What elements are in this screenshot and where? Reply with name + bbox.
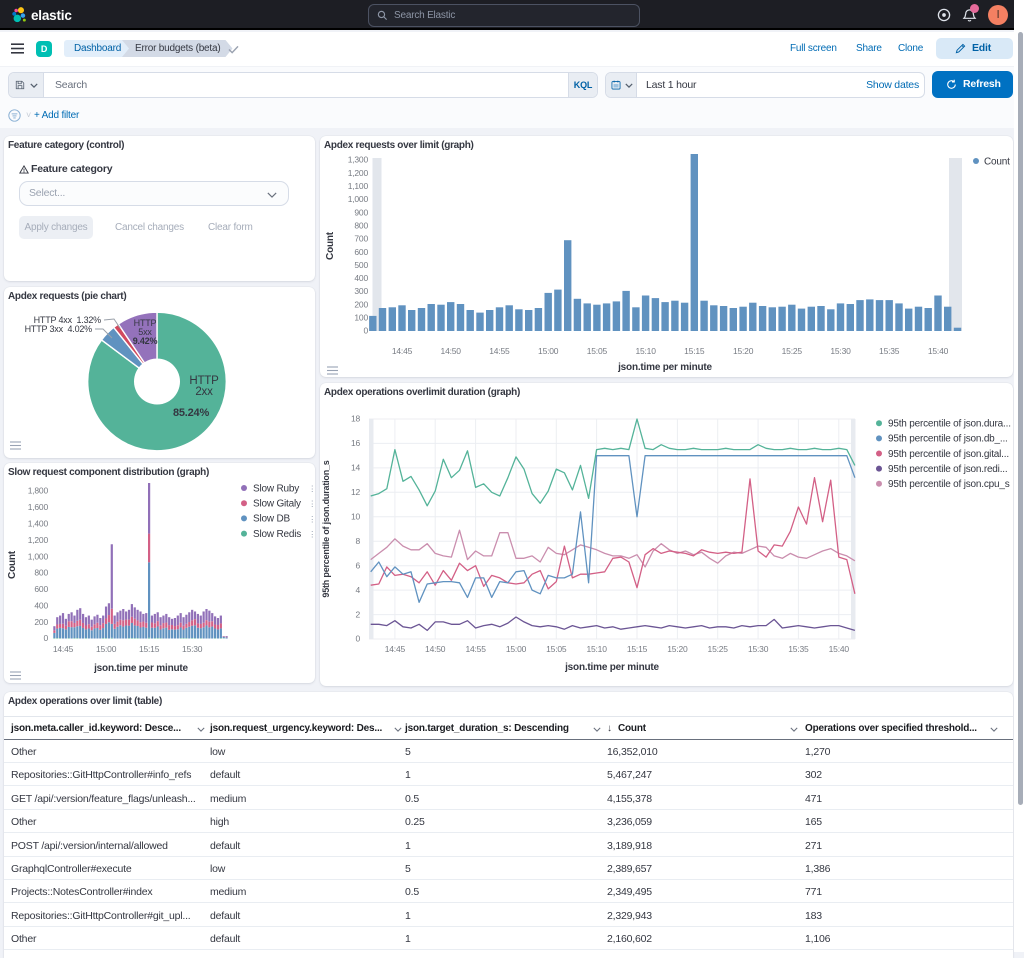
svg-text:Count: Count [7,550,18,579]
svg-text:700: 700 [354,234,368,244]
svg-text:12: 12 [351,487,361,497]
svg-text:400: 400 [354,273,368,283]
svg-text:100: 100 [354,313,368,323]
svg-text:15:40: 15:40 [928,346,949,356]
svg-text:95th percentile of json.durati: 95th percentile of json.duration_s [321,460,331,597]
svg-text:200: 200 [354,299,368,309]
svg-text:95th percentile of json.gital.: 95th percentile of json.gital... [888,449,1009,460]
svg-text:15:30: 15:30 [748,644,769,654]
svg-text:15:35: 15:35 [788,644,809,654]
svg-text:600: 600 [354,247,368,257]
svg-text:⋮: ⋮ [308,514,315,524]
svg-text:16: 16 [351,438,361,448]
svg-text:HTTP 3xx 4.02%: HTTP 3xx 4.02% [25,324,93,334]
svg-text:15:05: 15:05 [587,346,608,356]
svg-text:json.time per minute: json.time per minute [617,362,712,373]
svg-text:1,300: 1,300 [348,155,369,165]
svg-text:14: 14 [351,463,361,473]
svg-text:15:30: 15:30 [830,346,851,356]
svg-text:95th percentile of json.db_...: 95th percentile of json.db_... [888,434,1008,445]
svg-text:1,000: 1,000 [28,551,49,561]
svg-text:2xx: 2xx [195,386,213,398]
svg-text:1,400: 1,400 [28,519,49,529]
svg-text:1,200: 1,200 [28,535,49,545]
svg-text:14:55: 14:55 [465,644,486,654]
svg-text:1,800: 1,800 [28,486,49,496]
svg-text:800: 800 [354,221,368,231]
svg-text:0: 0 [363,326,368,336]
svg-text:1,200: 1,200 [348,168,369,178]
svg-text:0: 0 [355,634,360,644]
svg-text:500: 500 [354,260,368,270]
svg-text:14:50: 14:50 [441,346,462,356]
svg-text:15:10: 15:10 [586,644,607,654]
svg-text:Slow Gitaly: Slow Gitaly [253,499,301,510]
svg-text:15:15: 15:15 [627,644,648,654]
svg-text:json.time per minute: json.time per minute [564,662,659,673]
svg-text:15:20: 15:20 [733,346,754,356]
svg-text:15:10: 15:10 [635,346,656,356]
svg-text:1,000: 1,000 [348,194,369,204]
svg-text:Count: Count [984,156,1010,167]
svg-text:9.42%: 9.42% [133,336,158,346]
svg-text:Slow Ruby: Slow Ruby [253,483,299,494]
svg-text:15:00: 15:00 [538,346,559,356]
svg-text:6: 6 [355,560,360,570]
svg-text:15:15: 15:15 [139,644,160,654]
svg-text:⋮: ⋮ [308,499,315,509]
svg-text:85.24%: 85.24% [173,407,210,419]
svg-text:15:05: 15:05 [546,644,567,654]
svg-text:900: 900 [354,207,368,217]
svg-text:95th percentile of json.redi..: 95th percentile of json.redi... [888,464,1007,475]
svg-text:15:20: 15:20 [667,644,688,654]
svg-text:15:30: 15:30 [182,644,203,654]
svg-text:800: 800 [34,568,48,578]
svg-text:14:45: 14:45 [385,644,406,654]
svg-text:⋮: ⋮ [308,529,315,539]
svg-text:Count: Count [325,231,336,260]
svg-text:18: 18 [351,414,361,424]
svg-text:300: 300 [354,286,368,296]
svg-text:14:45: 14:45 [53,644,74,654]
svg-text:0: 0 [43,633,48,643]
svg-text:14:50: 14:50 [425,644,446,654]
svg-text:1,100: 1,100 [348,181,369,191]
svg-text:Slow DB: Slow DB [253,514,290,525]
svg-text:15:00: 15:00 [506,644,527,654]
svg-text:8: 8 [355,536,360,546]
svg-text:15:35: 15:35 [879,346,900,356]
svg-text:600: 600 [34,584,48,594]
svg-text:15:25: 15:25 [708,644,729,654]
svg-text:95th percentile of json.dura..: 95th percentile of json.dura... [888,419,1011,430]
svg-text:15:15: 15:15 [684,346,705,356]
svg-text:95th percentile of json.cpu_s: 95th percentile of json.cpu_s [888,479,1010,490]
svg-text:10: 10 [351,512,361,522]
svg-text:⋮: ⋮ [308,484,315,494]
svg-text:14:55: 14:55 [489,346,510,356]
svg-text:400: 400 [34,600,48,610]
svg-text:4: 4 [355,585,360,595]
svg-text:2: 2 [355,609,360,619]
svg-text:200: 200 [34,617,48,627]
svg-text:Slow Redis: Slow Redis [253,529,301,540]
svg-text:1,600: 1,600 [28,502,49,512]
svg-text:15:25: 15:25 [782,346,803,356]
svg-text:14:45: 14:45 [392,346,413,356]
svg-text:15:40: 15:40 [829,644,850,654]
svg-text:15:00: 15:00 [96,644,117,654]
svg-text:json.time per minute: json.time per minute [93,663,188,674]
